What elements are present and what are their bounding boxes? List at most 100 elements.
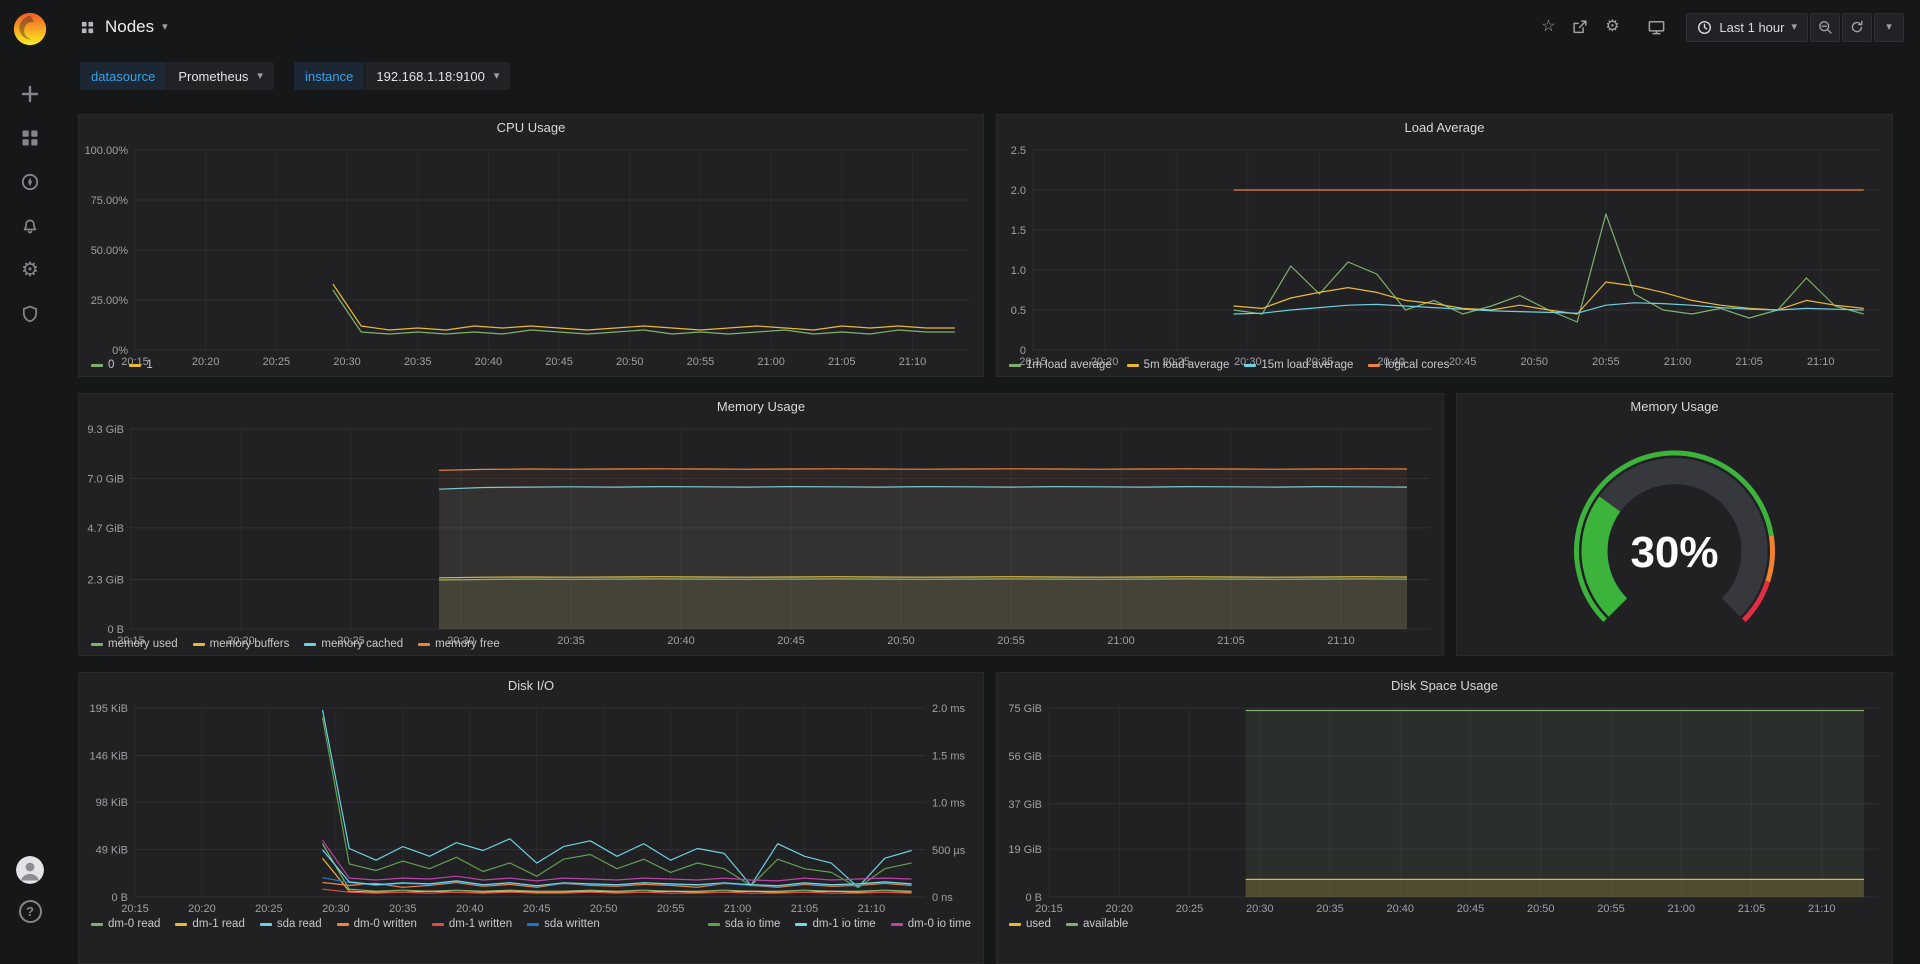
- legend-label: memory used: [108, 638, 178, 650]
- star-dashboard-button[interactable]: ☆: [1532, 12, 1564, 42]
- sidebar-bottom: ?: [16, 856, 44, 923]
- gear-icon: ⚙: [1605, 19, 1619, 35]
- legend-item[interactable]: used: [1009, 918, 1051, 930]
- legend-item[interactable]: 1m load average: [1009, 359, 1112, 371]
- legend-item[interactable]: memory free: [418, 638, 500, 650]
- svg-text:21:10: 21:10: [858, 903, 886, 915]
- svg-text:20:40: 20:40: [1387, 903, 1415, 915]
- svg-text:20:15: 20:15: [121, 903, 149, 915]
- legend-label: available: [1083, 918, 1128, 930]
- sidebar-alerting-button[interactable]: [8, 207, 52, 245]
- time-range-picker[interactable]: Last 1 hour ▾: [1686, 13, 1808, 42]
- panel-title[interactable]: Load Average: [997, 115, 1892, 140]
- legend-swatch: [1066, 923, 1078, 926]
- avatar-icon: [16, 856, 44, 884]
- legend-item[interactable]: dm-1 read: [175, 918, 244, 930]
- legend-item[interactable]: dm-0 read: [91, 918, 160, 930]
- grafana-logo[interactable]: [11, 10, 49, 53]
- load-average-chart[interactable]: 20:1520:2020:2520:3020:3520:4020:4520:50…: [997, 140, 1892, 358]
- legend-item[interactable]: sda read: [260, 918, 322, 930]
- sidebar-explore-button[interactable]: [8, 163, 52, 201]
- legend-item[interactable]: dm-1 written: [432, 918, 512, 930]
- legend-item[interactable]: sda written: [527, 918, 600, 930]
- legend-item[interactable]: memory buffers: [193, 638, 290, 650]
- chart-legend: memory used memory buffers memory cached me…: [79, 637, 1443, 655]
- dashboard-settings-button[interactable]: ⚙: [1596, 12, 1628, 42]
- template-variables-row: datasource Prometheus ▾ instance 192.168…: [60, 54, 1920, 104]
- variable-instance[interactable]: instance 192.168.1.18:9100 ▾: [294, 62, 510, 90]
- legend-swatch: [129, 364, 141, 367]
- legend-label: sda written: [544, 918, 600, 930]
- legend-swatch: [193, 643, 205, 646]
- svg-text:75 GiB: 75 GiB: [1008, 703, 1042, 715]
- cpu-usage-chart[interactable]: 20:1520:2020:2520:3020:3520:4020:4520:50…: [79, 140, 983, 358]
- legend-label: used: [1026, 918, 1051, 930]
- legend-label: memory cached: [321, 638, 403, 650]
- chevron-down-icon: ▾: [162, 22, 168, 33]
- plus-icon: [20, 84, 40, 104]
- zoom-out-time-button[interactable]: [1810, 13, 1840, 42]
- memory-usage-chart[interactable]: 20:1520:2020:2520:3020:3520:4020:4520:50…: [79, 419, 1443, 637]
- legend-item[interactable]: 15m load average: [1244, 359, 1353, 371]
- legend-label: dm-1 io time: [812, 918, 875, 930]
- legend-label: dm-0 io time: [908, 918, 971, 930]
- legend-item[interactable]: sda io time: [708, 918, 781, 930]
- time-range-label: Last 1 hour: [1719, 20, 1784, 35]
- svg-text:20:50: 20:50: [590, 903, 618, 915]
- disk-io-chart[interactable]: 20:1520:2020:2520:3020:3520:4020:4520:50…: [79, 698, 983, 917]
- svg-text:100.00%: 100.00%: [85, 145, 129, 157]
- kiosk-mode-button[interactable]: [1640, 12, 1672, 42]
- share-dashboard-button[interactable]: [1564, 12, 1596, 42]
- user-avatar[interactable]: [16, 856, 44, 884]
- variable-value-dropdown[interactable]: Prometheus ▾: [167, 62, 274, 90]
- variable-value-dropdown[interactable]: 192.168.1.18:9100 ▾: [365, 62, 510, 90]
- legend-item[interactable]: dm-0 io time: [891, 918, 971, 930]
- legend-item[interactable]: 5m load average: [1127, 359, 1230, 371]
- svg-text:20:30: 20:30: [322, 903, 350, 915]
- sidebar-admin-button[interactable]: [8, 295, 52, 333]
- legend-item[interactable]: dm-0 written: [337, 918, 417, 930]
- legend-swatch: [1009, 364, 1021, 367]
- legend-item[interactable]: dm-1 io time: [795, 918, 875, 930]
- legend-swatch: [891, 923, 903, 926]
- legend-item[interactable]: logical cores: [1368, 359, 1449, 371]
- sidebar-create-button[interactable]: [8, 75, 52, 113]
- panel-title[interactable]: Memory Usage: [79, 394, 1443, 419]
- legend-item[interactable]: available: [1066, 918, 1128, 930]
- variable-datasource[interactable]: datasource Prometheus ▾: [80, 62, 274, 90]
- legend-item[interactable]: 0: [91, 359, 114, 371]
- svg-text:1.0 ms: 1.0 ms: [932, 798, 966, 810]
- legend-item[interactable]: memory used: [91, 638, 178, 650]
- legend-item[interactable]: memory cached: [304, 638, 403, 650]
- shield-icon: [20, 304, 40, 324]
- panel-load-average: Load Average 20:1520:2020:2520:3020:3520…: [996, 114, 1893, 377]
- chevron-down-icon: ▾: [494, 71, 500, 82]
- dashboard-grid-icon[interactable]: [80, 20, 95, 35]
- panel-title[interactable]: Memory Usage: [1457, 394, 1892, 419]
- legend-label: sda read: [277, 918, 322, 930]
- legend-swatch: [432, 923, 444, 926]
- panel-title[interactable]: Disk I/O: [79, 673, 983, 698]
- svg-text:0 ns: 0 ns: [932, 892, 953, 904]
- legend-item[interactable]: 1: [129, 359, 152, 371]
- svg-text:2.5: 2.5: [1011, 145, 1026, 157]
- svg-text:20:50: 20:50: [1527, 903, 1555, 915]
- help-button[interactable]: ?: [19, 900, 42, 923]
- svg-text:50.00%: 50.00%: [91, 245, 129, 257]
- time-controls: Last 1 hour ▾ ▾: [1686, 13, 1904, 42]
- sidebar-configuration-button[interactable]: ⚙: [8, 251, 52, 289]
- variable-label: datasource: [80, 62, 166, 90]
- svg-text:1.0: 1.0: [1011, 265, 1026, 277]
- panel-title[interactable]: Disk Space Usage: [997, 673, 1892, 698]
- refresh-button[interactable]: [1842, 13, 1872, 42]
- svg-text:21:05: 21:05: [791, 903, 819, 915]
- legend-swatch: [527, 923, 539, 926]
- panel-title[interactable]: CPU Usage: [79, 115, 983, 140]
- disk-space-chart[interactable]: 20:1520:2020:2520:3020:3520:4020:4520:50…: [997, 698, 1892, 917]
- legend-swatch: [304, 643, 316, 646]
- sidebar-dashboards-button[interactable]: [8, 119, 52, 157]
- chart-legend: 01: [79, 358, 983, 376]
- dashboard-title-dropdown[interactable]: Nodes ▾: [105, 17, 168, 37]
- dashboard-title: Nodes: [105, 17, 154, 37]
- refresh-interval-dropdown[interactable]: ▾: [1874, 13, 1904, 42]
